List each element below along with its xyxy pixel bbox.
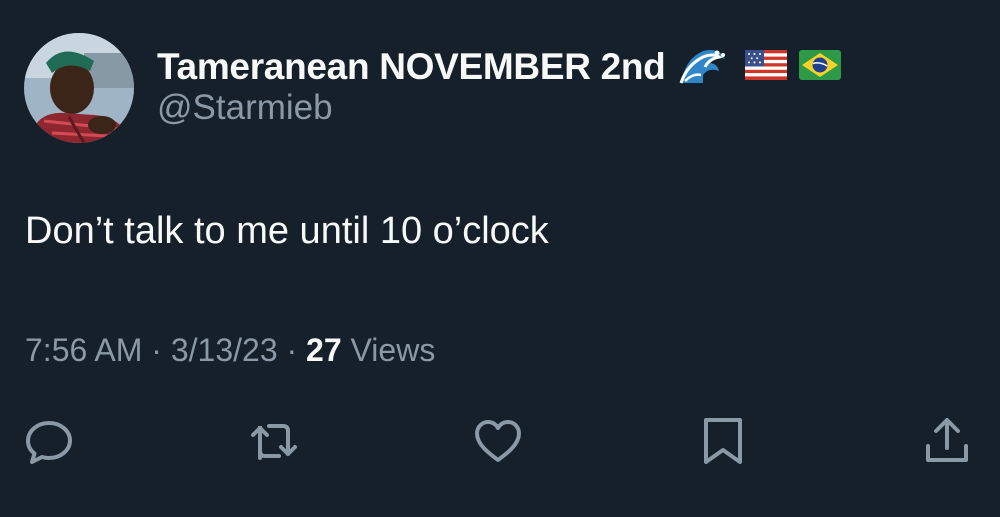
- display-name-row: Tameranean NOVEMBER 2nd: [157, 44, 842, 90]
- views-label: Views: [350, 332, 436, 368]
- reply-button[interactable]: [22, 414, 76, 468]
- meta-separator: ·: [151, 332, 162, 368]
- like-button[interactable]: [471, 414, 525, 468]
- meta-separator: ·: [286, 332, 298, 368]
- bookmark-button[interactable]: [696, 414, 750, 468]
- reply-icon: [26, 421, 72, 464]
- views-count: 27: [306, 332, 342, 368]
- tweet-text: Don’t talk to me until 10 o’clock: [25, 210, 549, 252]
- retweet-icon: [251, 424, 297, 460]
- us-flag-emoji: [745, 49, 788, 85]
- brazil-flag-emoji: [799, 49, 842, 85]
- retweet-button[interactable]: [247, 414, 301, 468]
- share-icon: [926, 418, 968, 462]
- tweet-date[interactable]: 3/13/23: [171, 332, 278, 368]
- author-handle[interactable]: @Starmieb: [157, 88, 333, 128]
- tweet-meta: 7:56 AM · 3/13/23 · 27 Views: [25, 332, 435, 369]
- bookmark-icon: [704, 418, 742, 464]
- like-icon: [475, 420, 521, 462]
- display-name[interactable]: Tameranean NOVEMBER 2nd: [157, 46, 666, 88]
- tweet-time[interactable]: 7:56 AM: [25, 332, 142, 368]
- water-wave-emoji: [679, 45, 727, 90]
- avatar[interactable]: [24, 33, 134, 143]
- share-button[interactable]: [920, 414, 974, 468]
